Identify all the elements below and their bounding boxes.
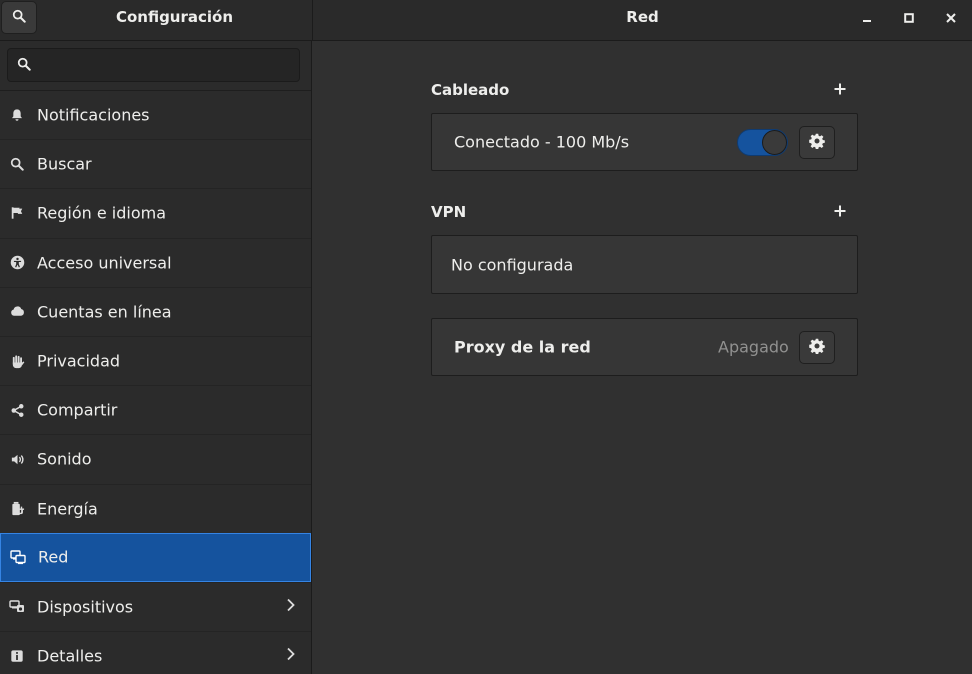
flag-icon [9,205,25,221]
cloud-icon [9,304,25,320]
sidebar-item-red[interactable]: Red [0,532,311,582]
add-wired-button[interactable] [831,81,849,99]
sidebar: Notificaciones Buscar Región e idioma Ac… [0,41,312,674]
close-button[interactable] [939,6,963,30]
toggle-knob [762,130,787,155]
plus-icon [834,81,846,99]
devices-icon [9,599,25,615]
sidebar-item-label: Sonido [37,449,92,469]
sidebar-item-label: Acceso universal [37,253,172,273]
header-bar: Configuración Red [0,0,972,41]
battery-plug-icon [9,501,25,517]
sidebar-item-cuentas-en-linea[interactable]: Cuentas en línea [0,286,311,336]
gear-icon [809,338,825,358]
plus-icon [834,203,846,221]
sidebar-item-compartir[interactable]: Compartir [0,385,311,434]
sidebar-header: Configuración [0,0,313,40]
sidebar-item-privacidad[interactable]: Privacidad [0,335,311,385]
vpn-row: No configurada [431,235,858,294]
info-icon [9,648,25,664]
chevron-right-icon [286,647,295,665]
sidebar-item-label: Cuentas en línea [37,302,172,322]
wired-status: Conectado - 100 Mb/s [454,132,630,152]
app-title: Configuración [115,8,234,26]
wired-toggle[interactable] [737,129,788,156]
proxy-status: Apagado [718,337,789,357]
proxy-settings-button[interactable] [799,331,835,364]
gear-icon [809,133,825,153]
sidebar-item-label: Detalles [37,646,103,666]
add-vpn-button[interactable] [831,203,849,221]
minimize-button[interactable] [855,6,879,30]
search-field[interactable] [7,48,300,82]
sidebar-item-label: Red [38,547,69,567]
hand-icon [9,353,25,369]
sidebar-item-acceso-universal[interactable]: Acceso universal [0,237,311,287]
search-input[interactable] [42,53,292,77]
bell-icon [9,107,25,123]
search-toggle-button[interactable] [1,1,37,34]
network-icon [10,549,26,565]
speaker-icon [9,451,25,467]
sidebar-item-energia[interactable]: Energía [0,483,311,533]
sidebar-item-label: Privacidad [37,351,121,371]
sidebar-item-label: Región e idioma [37,203,167,223]
search-icon [17,57,31,75]
accessibility-icon [9,255,25,271]
share-icon [9,402,25,418]
chevron-right-icon [286,598,295,616]
sidebar-item-sonido[interactable]: Sonido [0,434,311,483]
sidebar-item-label: Notificaciones [37,105,150,125]
sidebar-item-label: Dispositivos [37,597,134,617]
search-icon [9,156,25,172]
vpn-status: No configurada [451,255,574,274]
maximize-button[interactable] [897,6,921,30]
sidebar-item-label: Compartir [37,400,118,420]
sidebar-item-buscar[interactable]: Buscar [0,139,311,188]
sidebar-nav: Notificaciones Buscar Región e idioma Ac… [0,90,311,674]
wired-settings-button[interactable] [799,126,835,159]
sidebar-item-region[interactable]: Región e idioma [0,188,311,237]
proxy-label: Proxy de la red [454,337,591,357]
proxy-row[interactable]: Proxy de la red Apagado [431,318,858,376]
wired-section-title: Cableado [431,81,510,99]
sidebar-item-notificaciones[interactable]: Notificaciones [0,90,311,139]
sidebar-item-label: Energía [37,499,98,519]
sidebar-item-label: Buscar [37,154,92,174]
vpn-section-title: VPN [431,203,467,221]
main-content: Cableado Conectado - 100 Mb/s VPN No con… [313,41,972,674]
sidebar-item-detalles[interactable]: Detalles [0,631,311,674]
sidebar-item-dispositivos[interactable]: Dispositivos [0,581,311,631]
wired-connection-row: Conectado - 100 Mb/s [431,113,858,171]
search-icon [12,9,26,27]
